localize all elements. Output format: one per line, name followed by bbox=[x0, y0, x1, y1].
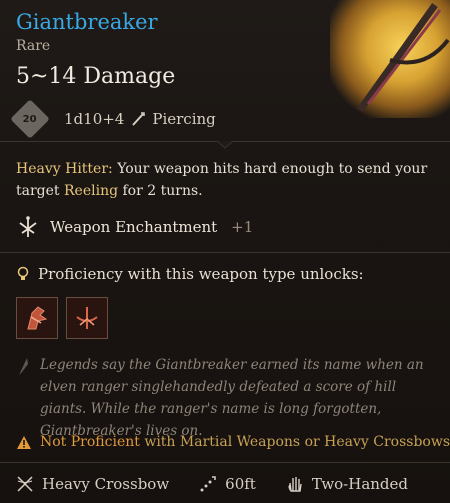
warning-not-proficient: Not Proficient bbox=[40, 434, 140, 450]
crossbow-icon bbox=[357, 2, 450, 113]
condition-link[interactable]: Reeling bbox=[64, 183, 118, 199]
tooltip-header: Giantbreaker Rare 5~14 Damage 20 1d10+4 … bbox=[0, 0, 450, 140]
weapon-action-icon-2 bbox=[76, 307, 98, 329]
passive-text-end: for 2 turns. bbox=[118, 183, 203, 199]
item-name: Giantbreaker bbox=[16, 10, 158, 34]
proficiency-label: Proficiency with this weapon type unlock… bbox=[38, 265, 364, 283]
proficiency-warning: Not Proficient with Martial Weapons or H… bbox=[16, 434, 450, 450]
crossbow-type-icon bbox=[17, 476, 33, 492]
weapon-properties: Heavy Crossbow 60ft Two-Handed bbox=[16, 472, 408, 496]
damage-dice: 1d10+4 bbox=[64, 110, 125, 128]
item-tooltip: Giantbreaker Rare 5~14 Damage 20 1d10+4 … bbox=[0, 0, 450, 503]
weapon-action-icon-1 bbox=[27, 306, 48, 330]
lore-text: Legends say the Giantbreaker earned its … bbox=[40, 357, 424, 439]
passive-name: Heavy Hitter: bbox=[16, 161, 113, 177]
hand-icon bbox=[288, 477, 302, 492]
proficiency-row: Proficiency with this weapon type unlock… bbox=[16, 265, 364, 283]
weapon-action-tile[interactable] bbox=[66, 297, 108, 339]
enchantment-label: Weapon Enchantment bbox=[50, 218, 218, 236]
damage-detail-row: 20 1d10+4 Piercing bbox=[10, 99, 216, 139]
enchantment-row: Weapon Enchantment +1 bbox=[16, 211, 253, 243]
weapon-action-tile[interactable] bbox=[16, 297, 58, 339]
weapon-range: 60ft bbox=[225, 475, 256, 493]
dice-badge: 20 bbox=[23, 113, 37, 125]
passive-description: Heavy Hitter: Your weapon hits hard enou… bbox=[16, 158, 436, 202]
enchantment-icon bbox=[19, 216, 37, 237]
damage-range: 5~14 Damage bbox=[16, 64, 176, 89]
divider-ornament bbox=[217, 141, 233, 149]
quill-icon bbox=[19, 358, 28, 375]
damage-type: Piercing bbox=[152, 110, 216, 128]
lightbulb-icon bbox=[17, 266, 29, 280]
enchantment-bonus: +1 bbox=[231, 218, 254, 236]
item-artwork bbox=[330, 0, 450, 118]
warning-icon bbox=[17, 435, 31, 449]
weapon-type: Heavy Crossbow bbox=[42, 475, 170, 493]
lore-block: Legends say the Giantbreaker earned its … bbox=[16, 354, 436, 442]
item-rarity: Rare bbox=[16, 38, 51, 54]
warning-detail: with Martial Weapons or Heavy Crossbows bbox=[139, 434, 450, 450]
piercing-icon bbox=[132, 112, 146, 126]
weapon-handedness: Two-Handed bbox=[311, 475, 409, 493]
divider bbox=[0, 252, 450, 253]
range-icon bbox=[200, 476, 216, 492]
unlock-actions bbox=[16, 297, 108, 339]
divider bbox=[0, 462, 450, 463]
d20-icon: 20 bbox=[10, 99, 50, 139]
